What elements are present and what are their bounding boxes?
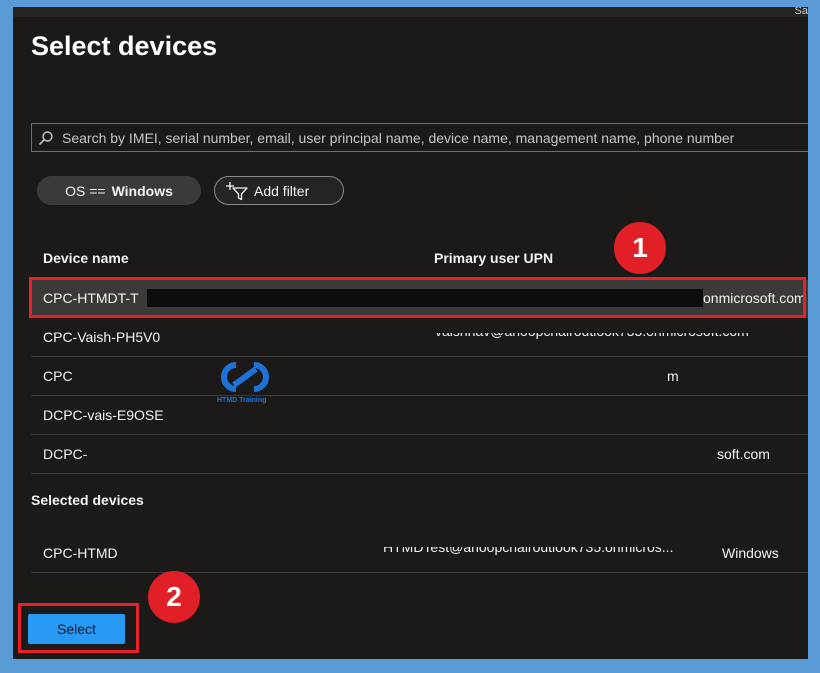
add-filter-icon [226,181,248,200]
selected-device-upn: HTMDTest@anoopcnairoutlook735.onmicros..… [383,539,674,555]
top-strip [13,7,808,17]
device-name-cell: DCPC- [43,446,88,462]
htmd-logo-icon [221,362,269,392]
selected-devices-heading: Selected devices [31,492,144,508]
search-placeholder: Search by IMEI, serial number, email, us… [62,130,735,146]
step-badge-2: 2 [148,571,200,623]
device-name-cell: CPC [43,368,73,384]
step-badge-1: 1 [614,222,666,274]
search-icon [38,131,53,146]
upn-cell: soft.com [717,446,770,462]
os-filter-pill[interactable]: OS == Windows [37,176,201,205]
upn-cell: vaishnav@anoopcnairoutlook735.onmicrosof… [435,323,749,339]
add-filter-label: Add filter [254,182,310,199]
table-row[interactable]: DCPC-vais-E9OSE [31,397,808,435]
os-filter-label: OS == [65,182,106,199]
highlight-box-device-row [29,277,806,318]
table-row[interactable]: CPC-Vaish-PH5V0 vaishnav@anoopcnairoutlo… [31,319,808,357]
os-filter-value: Windows [111,182,173,199]
selected-device-name: CPC-HTMD [43,545,118,561]
htmd-watermark-logo: HTMD Training [214,359,276,407]
column-header-primary-user-upn: Primary user UPN [434,250,554,266]
highlight-box-select-button [18,603,139,653]
upn-cell: m [667,368,679,384]
page-title: Select devices [31,31,218,61]
table-row[interactable]: CPC m [31,358,808,396]
search-input[interactable]: Search by IMEI, serial number, email, us… [31,123,808,152]
selected-device-os: Windows [722,545,779,561]
table-row[interactable]: DCPC- soft.com [31,436,808,474]
corner-text: Sa [794,7,808,17]
watermark-text: HTMD Training [217,397,267,404]
device-name-cell: DCPC-vais-E9OSE [43,407,164,423]
column-header-device-name: Device name [43,250,129,266]
selected-device-row[interactable]: CPC-HTMD HTMDTest@anoopcnairoutlook735.o… [31,535,808,573]
add-filter-button[interactable]: Add filter [214,176,344,205]
device-name-cell: CPC-Vaish-PH5V0 [43,329,161,345]
select-devices-panel: Sa Select devices Search by IMEI, serial… [13,7,808,659]
